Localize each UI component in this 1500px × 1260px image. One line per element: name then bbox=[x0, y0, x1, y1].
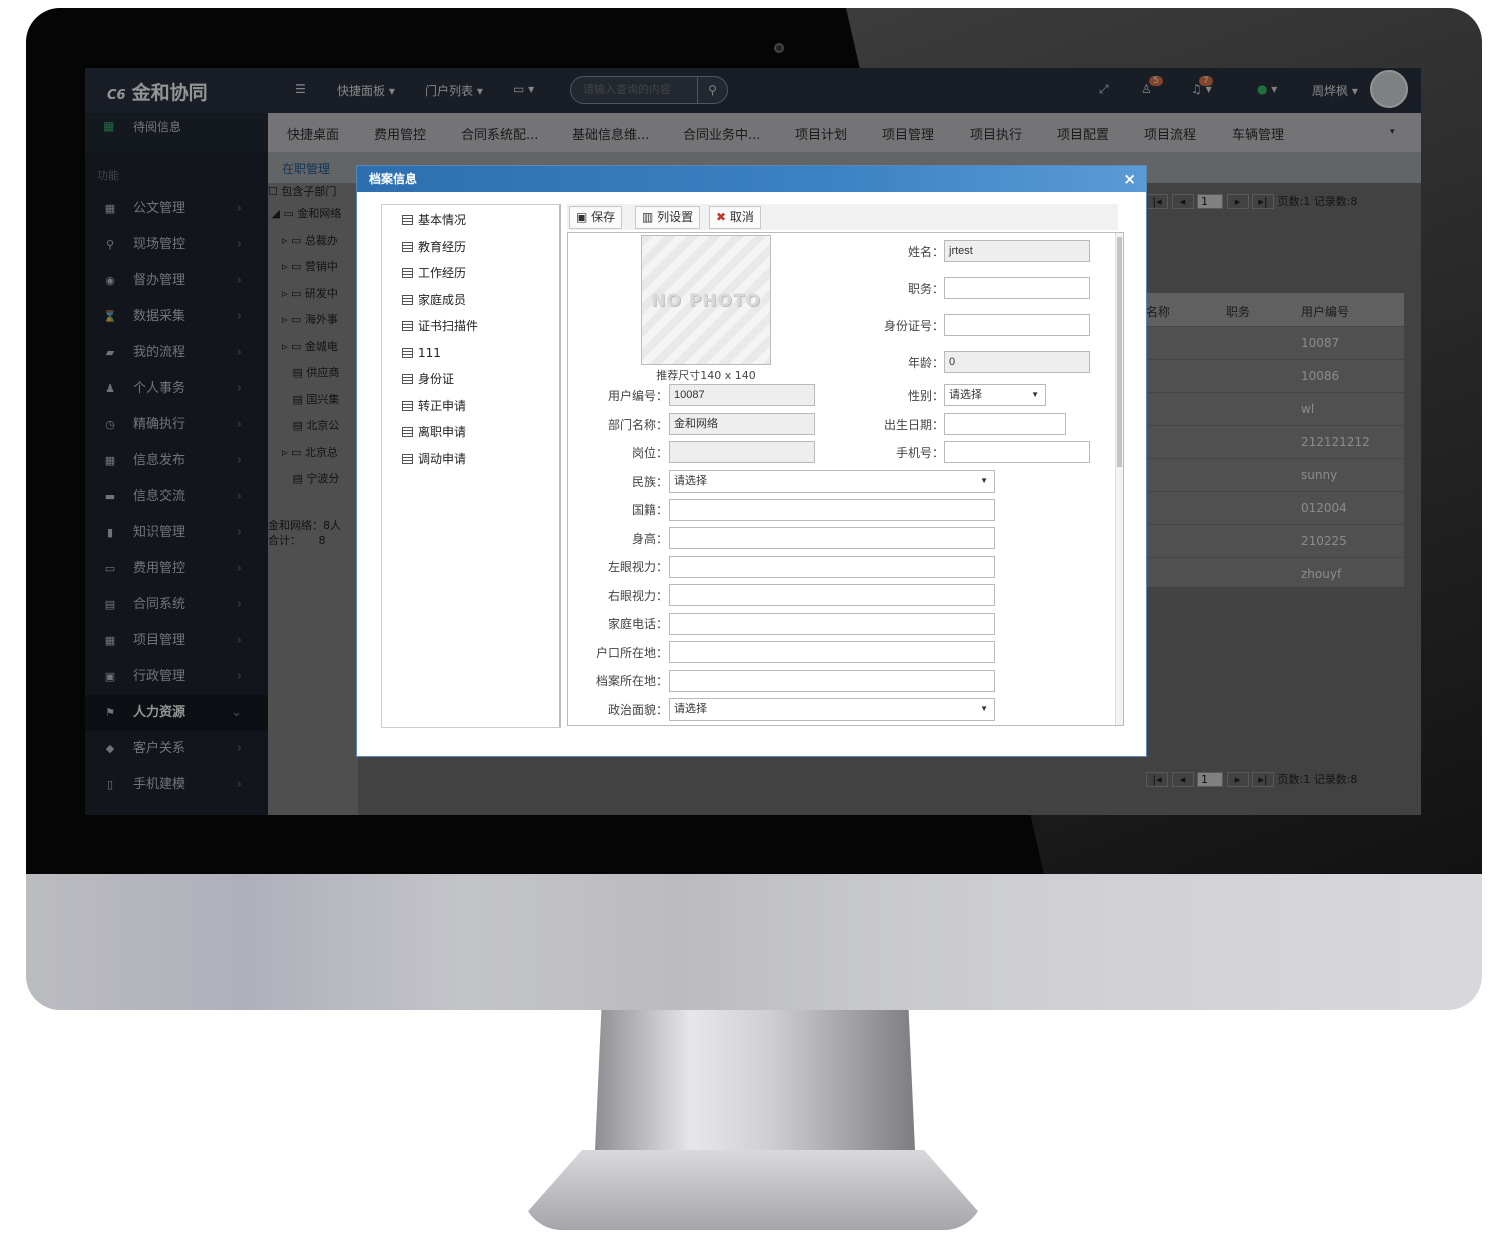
photo-size-hint: 推荐尺寸140 x 140 bbox=[656, 369, 756, 382]
dropdown-arrow-icon: ▼ bbox=[980, 476, 988, 485]
columns-icon: ▥ bbox=[642, 210, 654, 224]
home-phone-label: 家庭电话： bbox=[607, 617, 668, 631]
archive-section-item[interactable]: 调动申请 bbox=[382, 446, 559, 473]
right-eye-input[interactable] bbox=[669, 584, 995, 606]
left-eye-label: 左眼视力： bbox=[607, 560, 668, 574]
dept-input[interactable]: 金和网络 bbox=[669, 413, 815, 435]
document-icon bbox=[402, 241, 413, 252]
user-no-label: 用户编号： bbox=[607, 389, 668, 403]
politics-label: 政治面貌： bbox=[607, 703, 668, 717]
archive-section-item[interactable]: 身份证 bbox=[382, 366, 559, 393]
gender-label: 性别： bbox=[907, 389, 944, 403]
document-icon bbox=[402, 374, 413, 384]
document-icon bbox=[402, 427, 413, 437]
cancel-x-icon: ✖ bbox=[716, 210, 727, 224]
archive-section-item[interactable]: 111 bbox=[382, 340, 559, 367]
close-icon[interactable]: × bbox=[1123, 166, 1136, 192]
height-input[interactable] bbox=[669, 527, 995, 549]
dropdown-arrow-icon: ▼ bbox=[1031, 390, 1039, 399]
archive-section-item[interactable]: 家庭成员 bbox=[382, 287, 559, 314]
hukou-label: 户口所在地： bbox=[595, 646, 668, 660]
document-icon bbox=[402, 347, 413, 358]
ethnic-select[interactable]: 请选择 ▼ bbox=[669, 470, 995, 493]
column-settings-button[interactable]: ▥ 列设置 bbox=[635, 206, 701, 229]
user-no-input[interactable]: 10087 bbox=[669, 384, 815, 406]
monitor-chin bbox=[26, 874, 1482, 1010]
name-label: 姓名： bbox=[907, 245, 944, 259]
dept-label: 部门名称： bbox=[607, 418, 668, 432]
height-label: 身高： bbox=[631, 532, 668, 546]
politics-select[interactable]: 请选择 ▼ bbox=[669, 698, 995, 721]
document-icon bbox=[402, 400, 413, 411]
dialog-title: 档案信息 bbox=[369, 172, 418, 186]
scrollbar-thumb[interactable] bbox=[1117, 237, 1122, 467]
gender-select[interactable]: 请选择 ▼ bbox=[944, 384, 1046, 406]
photo-placeholder[interactable]: NO PHOTO bbox=[641, 235, 771, 365]
id-number-label: 身份证号： bbox=[883, 319, 944, 333]
home-phone-input[interactable] bbox=[669, 613, 995, 635]
id-number-input[interactable] bbox=[944, 314, 1090, 336]
document-icon bbox=[402, 453, 413, 464]
age-input[interactable]: 0 bbox=[944, 351, 1090, 373]
archive-section-item[interactable]: 工作经历 bbox=[382, 260, 559, 287]
name-input[interactable]: jrtest bbox=[944, 240, 1090, 262]
document-icon bbox=[402, 215, 413, 225]
archive-location-input[interactable] bbox=[669, 670, 995, 692]
left-eye-input[interactable] bbox=[669, 556, 995, 578]
archive-section-item[interactable]: 转正申请 bbox=[382, 393, 559, 420]
camera-dot bbox=[774, 43, 784, 53]
hukou-input[interactable] bbox=[669, 641, 995, 663]
form-toolbar: ▣ 保存 ▥ 列设置 ✖ 取消 bbox=[567, 204, 1118, 230]
dropdown-arrow-icon: ▼ bbox=[980, 704, 988, 713]
form-scrollbar[interactable] bbox=[1115, 233, 1123, 725]
archive-section-item[interactable]: 证书扫描件 bbox=[382, 313, 559, 340]
dialog-title-bar: 档案信息 × bbox=[357, 166, 1146, 192]
post-input[interactable] bbox=[669, 441, 815, 463]
archive-location-label: 档案所在地： bbox=[595, 674, 668, 688]
right-eye-label: 右眼视力： bbox=[607, 589, 668, 603]
save-button[interactable]: ▣ 保存 bbox=[569, 206, 623, 229]
mobile-label: 手机号： bbox=[895, 446, 944, 460]
document-icon bbox=[402, 321, 413, 331]
mobile-input[interactable] bbox=[944, 441, 1090, 463]
archive-section-list: 基本情况 教育经历 工作经历 家庭成员 证书扫描件 111 身份证 转正申请 离职申请 调动申请 bbox=[381, 204, 561, 728]
document-icon bbox=[402, 294, 413, 305]
ethnic-label: 民族： bbox=[631, 475, 668, 489]
archive-dialog: 档案信息 × 基本情况 教育经历 工作经历 家庭成员 证书扫描件 111 身份证 转正申请 离职… bbox=[356, 165, 1147, 757]
document-icon bbox=[402, 268, 413, 278]
monitor-stand-neck bbox=[595, 1010, 915, 1150]
archive-section-item[interactable]: 基本情况 bbox=[382, 207, 559, 234]
archive-form: NO PHOTO 推荐尺寸140 x 140 姓名： jrtest 职务： 身份… bbox=[567, 232, 1124, 726]
age-label: 年龄： bbox=[907, 356, 944, 370]
position-input[interactable] bbox=[944, 277, 1090, 299]
archive-section-item[interactable]: 教育经历 bbox=[382, 234, 559, 261]
position-label: 职务： bbox=[907, 282, 944, 296]
birth-date-input[interactable] bbox=[944, 413, 1066, 435]
cancel-button[interactable]: ✖ 取消 bbox=[709, 206, 761, 229]
archive-section-item[interactable]: 离职申请 bbox=[382, 419, 559, 446]
app-screen: C6金和协同 ☰ 快捷面板 ▾ 门户列表 ▾ ▭ ▾ ⚲ ⤢ ♙5 ♫7 ▾ ●… bbox=[85, 68, 1421, 815]
nationality-input[interactable] bbox=[669, 499, 995, 521]
floppy-icon: ▣ bbox=[576, 210, 588, 224]
post-label: 岗位： bbox=[631, 446, 668, 460]
nationality-label: 国籍： bbox=[631, 503, 668, 517]
birth-date-label: 出生日期： bbox=[883, 418, 944, 432]
monitor-stand-foot bbox=[522, 1150, 984, 1230]
